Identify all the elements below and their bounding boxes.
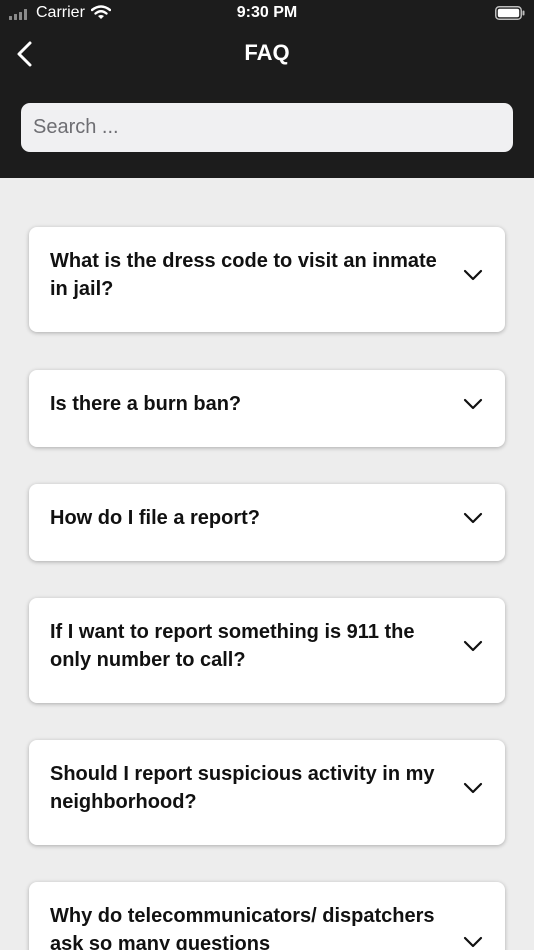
header: Carrier 9:30 PM FAQ <box>0 0 534 178</box>
chevron-down-icon[interactable] <box>463 269 483 281</box>
faq-item[interactable]: What is the dress code to visit an inmat… <box>29 227 505 332</box>
faq-question: What is the dress code to visit an inmat… <box>50 250 437 300</box>
faq-item[interactable]: Why do telecommunicators/ dispatchers as… <box>29 882 505 950</box>
faq-question: How do I file a report? <box>50 507 261 529</box>
search-input[interactable] <box>21 103 513 152</box>
battery-icon <box>495 6 525 20</box>
chevron-left-icon[interactable] <box>10 38 42 70</box>
status-time: 9:30 PM <box>236 4 298 21</box>
faq-item[interactable]: How do I file a report? <box>29 484 505 561</box>
chevron-down-icon[interactable] <box>463 512 483 524</box>
chevron-down-icon[interactable] <box>463 398 483 410</box>
page-title: FAQ <box>244 40 290 65</box>
nav-bar: FAQ <box>0 28 534 84</box>
faq-item[interactable]: Is there a burn ban? <box>29 370 505 447</box>
faq-list: What is the dress code to visit an inmat… <box>0 178 534 950</box>
chevron-down-icon[interactable] <box>463 936 483 948</box>
faq-item[interactable]: Should I report suspicious activity in m… <box>29 740 505 845</box>
faq-question: Is there a burn ban? <box>50 393 242 415</box>
faq-question: Should I report suspicious activity in m… <box>50 763 435 813</box>
faq-question: If I want to report something is 911 the… <box>50 621 415 671</box>
faq-question: Why do telecommunicators/ dispatchers as… <box>50 905 435 950</box>
faq-screen: Carrier 9:30 PM FAQ What is th <box>0 0 534 950</box>
status-bar: Carrier 9:30 PM <box>0 0 534 28</box>
chevron-down-icon[interactable] <box>463 782 483 794</box>
chevron-down-icon[interactable] <box>463 640 483 652</box>
faq-item[interactable]: If I want to report something is 911 the… <box>29 598 505 703</box>
search-box <box>21 103 513 152</box>
